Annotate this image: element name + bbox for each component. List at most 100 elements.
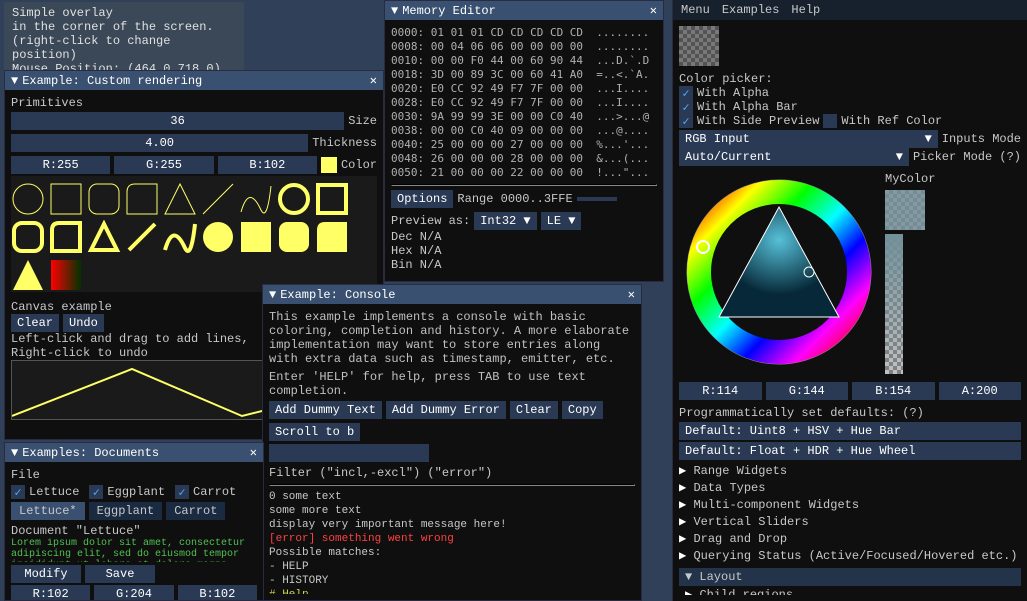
preview-as-label: Preview as: [391, 214, 470, 228]
preview-dec: Dec N/A [391, 230, 657, 244]
mycolor-preview[interactable] [885, 190, 925, 230]
scroll-bottom-button[interactable]: Scroll to b [269, 423, 360, 441]
window-console: ▼Example: Console ✕ This example impleme… [262, 284, 642, 601]
rect-filled [239, 220, 273, 254]
lbl-ref-color: With Ref Color [841, 114, 942, 128]
chk-with-alpha-bar[interactable] [679, 100, 693, 114]
tree-range-widgets[interactable]: Range Widgets [679, 462, 1021, 479]
close-icon[interactable]: ✕ [250, 445, 257, 460]
overlay-line: Simple overlay [12, 6, 236, 20]
thickness-label: Thickness [312, 136, 377, 150]
tab-carrot[interactable]: Carrot [166, 502, 225, 520]
color-swatch-preview[interactable] [679, 26, 719, 66]
title-custom-rendering: Example: Custom rendering [22, 74, 202, 88]
console-help-line: Enter 'HELP' for help, press TAB to use … [269, 370, 635, 398]
titlebar-documents[interactable]: ▼ Examples: Documents ✕ [5, 443, 263, 462]
titlebar-custom-rendering[interactable]: ▼Example: Custom rendering ✕ [5, 71, 383, 90]
alpha-bar[interactable] [885, 234, 903, 374]
demo-panel: Menu Examples Help Color picker: With Al… [672, 0, 1027, 601]
chk-lettuce[interactable] [11, 485, 25, 499]
add-dummy-text-button[interactable]: Add Dummy Text [269, 401, 382, 419]
tree-data-types[interactable]: Data Types [679, 479, 1021, 496]
tree-vertical-sliders[interactable]: Vertical Sliders [679, 513, 1021, 530]
memory-hex-view[interactable]: 0000: 01 01 01 CD CD CD CD CD ........ 0… [391, 26, 657, 180]
r-slider[interactable]: R:114 [679, 382, 762, 400]
thickness-slider[interactable]: 4.00 [11, 134, 308, 152]
endian-combo[interactable]: LE ▼ [541, 212, 582, 230]
overlay-line: in the corner of the screen. [12, 20, 236, 34]
r-field[interactable]: R:255 [11, 156, 110, 174]
menu-help[interactable]: Help [791, 3, 820, 17]
clear-button[interactable]: Clear [510, 401, 558, 419]
tab-lettuce[interactable]: Lettuce* [11, 502, 85, 520]
chk-label: Eggplant [107, 485, 165, 499]
chevron-down-icon: ▼ [391, 4, 398, 18]
color-swatch[interactable] [321, 157, 337, 173]
chk-side-preview[interactable] [679, 114, 693, 128]
b-field[interactable]: B:102 [218, 156, 317, 174]
title-console: Example: Console [280, 288, 395, 302]
titlebar-memory-editor[interactable]: ▼ Memory Editor ✕ [385, 1, 663, 20]
bezier-shape [163, 220, 197, 254]
chk-with-alpha[interactable] [679, 86, 693, 100]
default-uint8-button[interactable]: Default: Uint8 + HSV + Hue Bar [679, 422, 1021, 440]
main-menubar: Menu Examples Help [673, 0, 1027, 20]
doc-r-slider[interactable]: R:102 [11, 585, 90, 600]
g-slider[interactable]: G:144 [766, 382, 849, 400]
console-log[interactable]: 0 some textsome more textdisplay very im… [269, 490, 635, 594]
titlebar-console[interactable]: ▼Example: Console ✕ [263, 285, 641, 304]
b-slider[interactable]: B:154 [852, 382, 935, 400]
line-shape [125, 220, 159, 254]
tree-child-regions[interactable]: Child regions [685, 586, 1021, 595]
title-documents: Examples: Documents [22, 446, 159, 460]
close-icon[interactable]: ✕ [650, 3, 657, 18]
picker-mode-combo[interactable]: Auto/Current▼ [679, 148, 909, 166]
console-line: Possible matches: [269, 546, 635, 560]
triangle-shape [163, 182, 197, 216]
menu-examples[interactable]: Examples [722, 3, 780, 17]
hue-wheel[interactable] [679, 172, 879, 372]
console-line: # Help [269, 588, 635, 594]
a-slider[interactable]: A:200 [939, 382, 1022, 400]
layout-header[interactable]: ▼ Layout [679, 568, 1021, 586]
close-icon[interactable]: ✕ [628, 287, 635, 302]
close-icon[interactable]: ✕ [370, 73, 377, 88]
roundrect-shape [11, 220, 45, 254]
roundrect-shape [87, 182, 121, 216]
doc-g-slider[interactable]: G:204 [94, 585, 173, 600]
g-field[interactable]: G:255 [114, 156, 213, 174]
modify-button[interactable]: Modify [11, 565, 81, 583]
tree-querying-status-active-focused-hovered-etc-[interactable]: Querying Status (Active/Focused/Hovered … [679, 547, 1021, 564]
copy-button[interactable]: Copy [562, 401, 603, 419]
tree-multi-component-widgets[interactable]: Multi-component Widgets [679, 496, 1021, 513]
mycolor-label: MyColor [885, 172, 935, 186]
default-float-button[interactable]: Default: Float + HDR + Hue Wheel [679, 442, 1021, 460]
preview-type-combo[interactable]: Int32 ▼ [474, 212, 536, 230]
tree-drag-and-drop[interactable]: Drag and Drop [679, 530, 1021, 547]
options-button[interactable]: Options [391, 190, 453, 208]
overlay-line: (right-click to change position) [12, 34, 236, 62]
goto-addr-input[interactable] [577, 197, 617, 201]
simple-overlay: Simple overlay in the corner of the scre… [4, 2, 244, 80]
endian-value: LE [547, 214, 561, 228]
title-memory-editor: Memory Editor [402, 4, 496, 18]
filter-input[interactable] [269, 444, 429, 462]
inputs-mode-combo[interactable]: RGB Input▼ [679, 130, 938, 148]
chevron-down-icon: ▼ [11, 446, 18, 460]
chk-carrot[interactable] [175, 485, 189, 499]
chk-eggplant[interactable] [89, 485, 103, 499]
file-menu[interactable]: File [11, 468, 257, 482]
size-slider[interactable]: 36 [11, 112, 344, 130]
prog-defaults-label: Programmatically set defaults: (?) [679, 406, 1021, 420]
chk-label: Carrot [193, 485, 236, 499]
lbl-with-alpha: With Alpha [697, 86, 769, 100]
undo-button[interactable]: Undo [63, 314, 104, 332]
chk-ref-color[interactable] [823, 114, 837, 128]
save-button[interactable]: Save [85, 565, 155, 583]
clear-button[interactable]: Clear [11, 314, 59, 332]
doc-b-slider[interactable]: B:102 [178, 585, 257, 600]
add-dummy-error-button[interactable]: Add Dummy Error [386, 401, 506, 419]
tab-eggplant[interactable]: Eggplant [89, 502, 163, 520]
menu-menu[interactable]: Menu [681, 3, 710, 17]
circle-filled [201, 220, 235, 254]
